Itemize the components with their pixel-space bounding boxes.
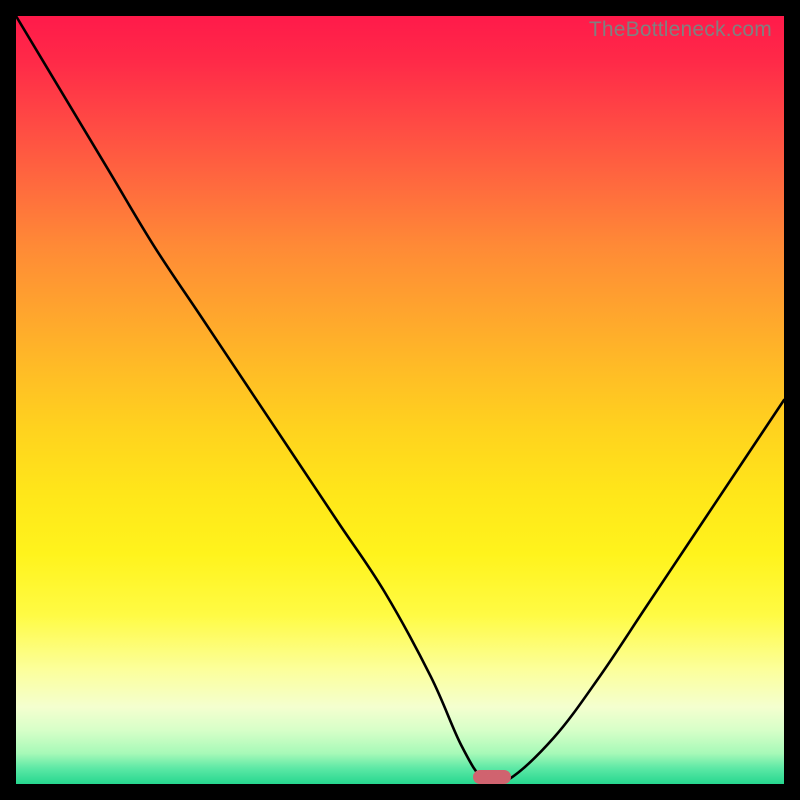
curve-path: [16, 16, 784, 785]
chart-container: TheBottleneck.com: [0, 0, 800, 800]
plot-area: TheBottleneck.com: [16, 16, 784, 784]
optimum-marker: [473, 770, 511, 784]
bottleneck-curve: [16, 16, 784, 784]
